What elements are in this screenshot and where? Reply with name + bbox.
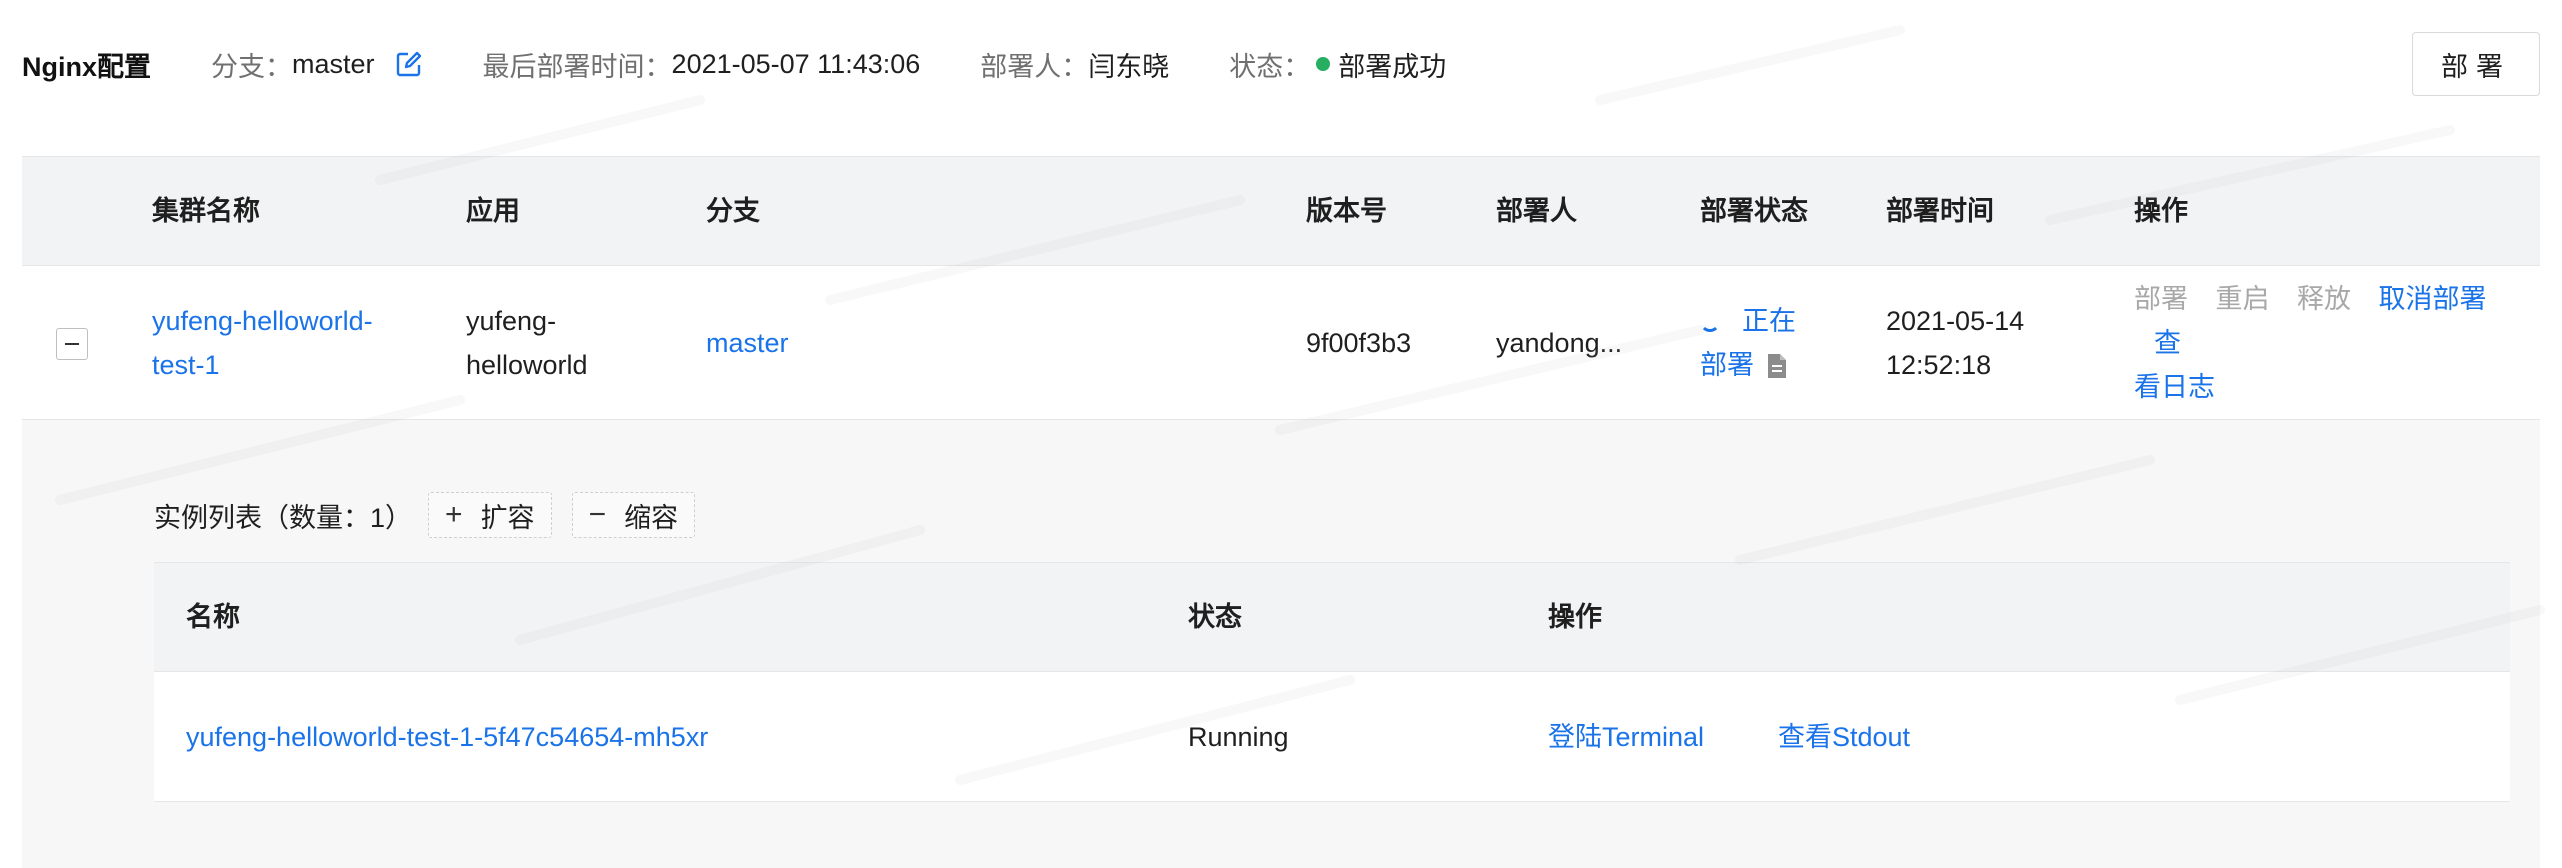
header-cluster-name: 集群名称 — [152, 196, 260, 226]
cluster-name-line2: test-1 — [152, 349, 220, 380]
view-stdout-link[interactable]: 查看Stdout — [1778, 672, 1910, 801]
header-actions: 操作 — [2134, 196, 2188, 226]
loading-spinner-icon — [1700, 312, 1720, 333]
scale-down-label: 缩容 — [624, 502, 679, 533]
deploy-status-cell: 正在部署 — [1700, 266, 1860, 419]
minus-icon: − — [588, 498, 607, 531]
deploy-time-line2: 12:52:18 — [1886, 349, 1992, 380]
deployer-label: 部署人： — [980, 51, 1089, 82]
header-instance-actions: 操作 — [1548, 602, 1602, 632]
version-cell: 9f00f3b3 — [1306, 327, 1412, 358]
log-document-icon[interactable] — [1766, 353, 1788, 379]
page-title: Nginx配置 — [22, 51, 152, 82]
action-deploy[interactable]: 部署 — [2134, 284, 2188, 314]
info-bar: Nginx配置 分支： master 最后部署时间： 2021-05-07 11… — [22, 0, 2540, 128]
status-value: 部署成功 — [1338, 51, 1447, 82]
scale-up-label: 扩容 — [480, 502, 535, 533]
action-view-log-part1[interactable]: 查 — [2154, 328, 2181, 358]
header-version: 版本号 — [1306, 196, 1387, 226]
app-line2: helloworld — [466, 349, 588, 380]
action-cancel-deploy[interactable]: 取消部署 — [2379, 284, 2487, 314]
status-dot — [1316, 57, 1331, 71]
branch-value: master — [292, 48, 375, 79]
deployer-info: 部署人： 闫东晓 — [980, 45, 1169, 84]
actions-cell: 部署 重启 释放 取消部署 查看日志 — [2134, 266, 2534, 419]
instance-toolbar: 实例列表（数量：1） + 扩容 − 缩容 — [154, 492, 696, 538]
scale-down-button[interactable]: − 缩容 — [571, 492, 696, 538]
status-info: 状态： 部署成功 — [1229, 45, 1446, 84]
table-row: yufeng-helloworld-test-1 yufeng-hellowor… — [22, 266, 2540, 420]
cluster-table-header: 集群名称 应用 分支 版本号 部署人 部署状态 部署时间 操作 — [22, 156, 2540, 266]
cluster-table: 集群名称 应用 分支 版本号 部署人 部署状态 部署时间 操作 yufeng-h… — [22, 156, 2540, 420]
minus-icon — [65, 343, 79, 345]
cluster-name-link[interactable]: yufeng-helloworld-test-1 — [152, 266, 442, 419]
plus-icon: + — [445, 498, 463, 531]
instance-status: Running — [1188, 721, 1289, 752]
status-label: 状态： — [1229, 51, 1311, 82]
deployer-value: 闫东晓 — [1088, 51, 1170, 82]
deploy-button[interactable]: 部署 — [2412, 32, 2540, 96]
edit-icon[interactable] — [395, 50, 423, 78]
deploy-status-line2: 部署 — [1700, 349, 1754, 380]
header-instance-name: 名称 — [186, 602, 240, 632]
instance-table: 名称 状态 操作 yufeng-helloworld-test-1-5f47c5… — [154, 562, 2510, 802]
branch-info: 分支： master — [211, 45, 423, 84]
branch-link[interactable]: master — [706, 266, 789, 419]
table-row: yufeng-helloworld-test-1-5f47c54654-mh5x… — [154, 672, 2510, 802]
last-deploy-value: 2021-05-07 11:43:06 — [671, 48, 921, 79]
expanded-row-panel: 实例列表（数量：1） + 扩容 − 缩容 名称 状态 操作 yufeng-hello… — [22, 420, 2540, 868]
header-deploy-time: 部署时间 — [1886, 196, 1994, 226]
last-deploy-info: 最后部署时间： 2021-05-07 11:43:06 — [483, 45, 921, 84]
app-cell: yufeng-helloworld — [466, 266, 666, 419]
action-view-log-part2[interactable]: 看日志 — [2134, 372, 2215, 402]
app-line1: yufeng- — [466, 305, 557, 336]
branch-label: 分支： — [211, 51, 293, 82]
header-branch: 分支 — [706, 196, 760, 226]
header-app: 应用 — [466, 196, 520, 226]
action-release[interactable]: 释放 — [2297, 284, 2351, 314]
header-deploy-status: 部署状态 — [1700, 196, 1808, 226]
deploy-time-cell: 2021-05-14 12:52:18 — [1886, 266, 2024, 419]
deploy-status-line1: 正在 — [1742, 305, 1796, 336]
deploy-time-line1: 2021-05-14 — [1886, 305, 2025, 336]
last-deploy-label: 最后部署时间： — [482, 51, 672, 82]
instance-name-link[interactable]: yufeng-helloworld-test-1-5f47c54654-mh5x… — [186, 672, 708, 801]
instance-table-header: 名称 状态 操作 — [154, 562, 2510, 672]
login-terminal-link[interactable]: 登陆Terminal — [1548, 672, 1704, 801]
header-instance-status: 状态 — [1188, 602, 1242, 632]
header-deployer: 部署人 — [1496, 196, 1577, 226]
scale-up-button[interactable]: + 扩容 — [428, 492, 552, 538]
deployer-cell: yandong... — [1496, 327, 1623, 358]
instance-list-title: 实例列表（数量：1） — [154, 502, 413, 533]
collapse-row-button[interactable] — [56, 328, 88, 360]
cluster-name-line1: yufeng-helloworld- — [152, 305, 373, 336]
action-restart[interactable]: 重启 — [2216, 284, 2270, 314]
